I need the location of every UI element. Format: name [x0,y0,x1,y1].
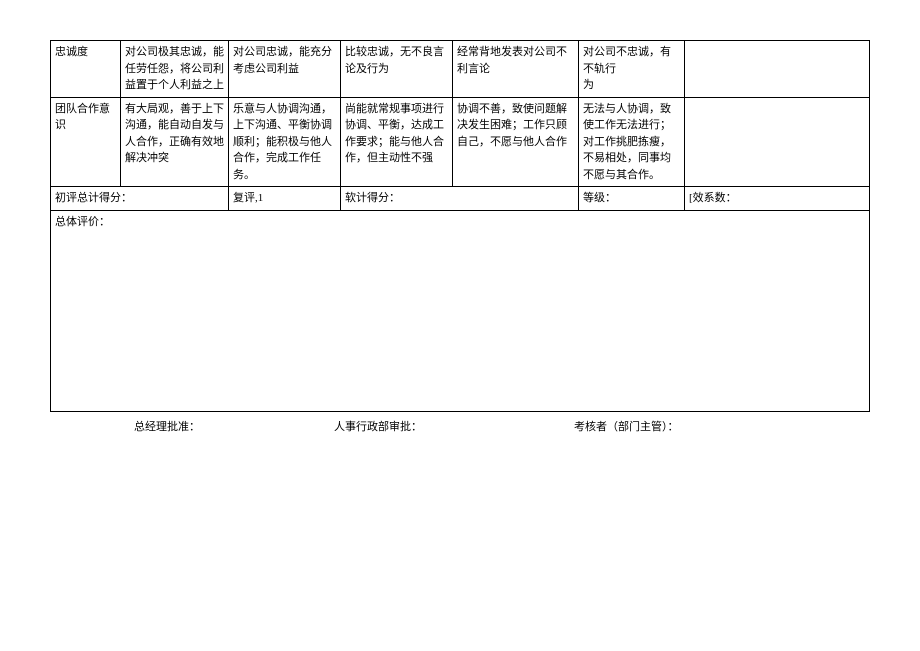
assessor-label: 考核者（部门主管）： [544,418,866,434]
cell-level3: 尚能就常规事项进行协调、平衡，达成工作要求；能与他人合作，但主动性不强 [341,98,453,187]
row-label: 忠诚度 [51,41,121,97]
evaluation-table: 忠诚度 对公司极其忠诚，能任劳任怨，将公司利益置于个人利益之上 对公司忠诚，能充… [50,40,870,412]
table-row: 团队合作意识 有大局观，善于上下沟通，能自动自发与人合作，正确有效地解决冲突 乐… [51,98,869,188]
cell-level4: 经常背地发表对公司不利言论 [453,41,579,97]
cell-score [685,98,869,187]
hr-approval-label: 人事行政部审批： [304,418,544,434]
initial-score-label: 初评总计得分： [51,187,229,210]
signoff-line: 总经理批准： 人事行政部审批： 考核者（部门主管）： [50,418,870,434]
summary-row: 初评总计得分： 复评,1 软计得分： 等级： [效系数： [51,187,869,211]
cell-level1: 对公司极其忠诚，能任劳任怨，将公司利益置于个人利益之上 [121,41,229,97]
cell-level5: 无法与人协调，致使工作无法进行；对工作挑肥拣瘦，不易相处，同事均不愿与其合作。 [579,98,685,187]
grade-label: 等级： [579,187,685,210]
cell-level3: 比较忠诚，无不良言论及行为 [341,41,453,97]
cell-score [685,41,869,97]
review-label: 复评,1 [229,187,341,210]
gm-approval-label: 总经理批准： [54,418,304,434]
overall-evaluation-row: 总体评价： [51,211,869,412]
cell-level5: 对公司不忠诚，有不轨行 为 [579,41,685,97]
row-label: 团队合作意识 [51,98,121,187]
cell-level2: 乐意与人协调沟通，上下沟通、平衡协调顺利；能积极与他人合作，完成工作任务。 [229,98,341,187]
coefficient-label: [效系数： [685,187,869,210]
soft-score-label: 软计得分： [341,187,579,210]
cell-level1: 有大局观，善于上下沟通，能自动自发与人合作，正确有效地解决冲突 [121,98,229,187]
table-row: 忠诚度 对公司极其忠诚，能任劳任怨，将公司利益置于个人利益之上 对公司忠诚，能充… [51,41,869,98]
overall-evaluation-label: 总体评价： [51,211,869,411]
cell-level4: 协调不善，致使问题解决发生困难；工作只顾自己，不愿与他人合作 [453,98,579,187]
cell-level2: 对公司忠诚，能充分考虑公司利益 [229,41,341,97]
